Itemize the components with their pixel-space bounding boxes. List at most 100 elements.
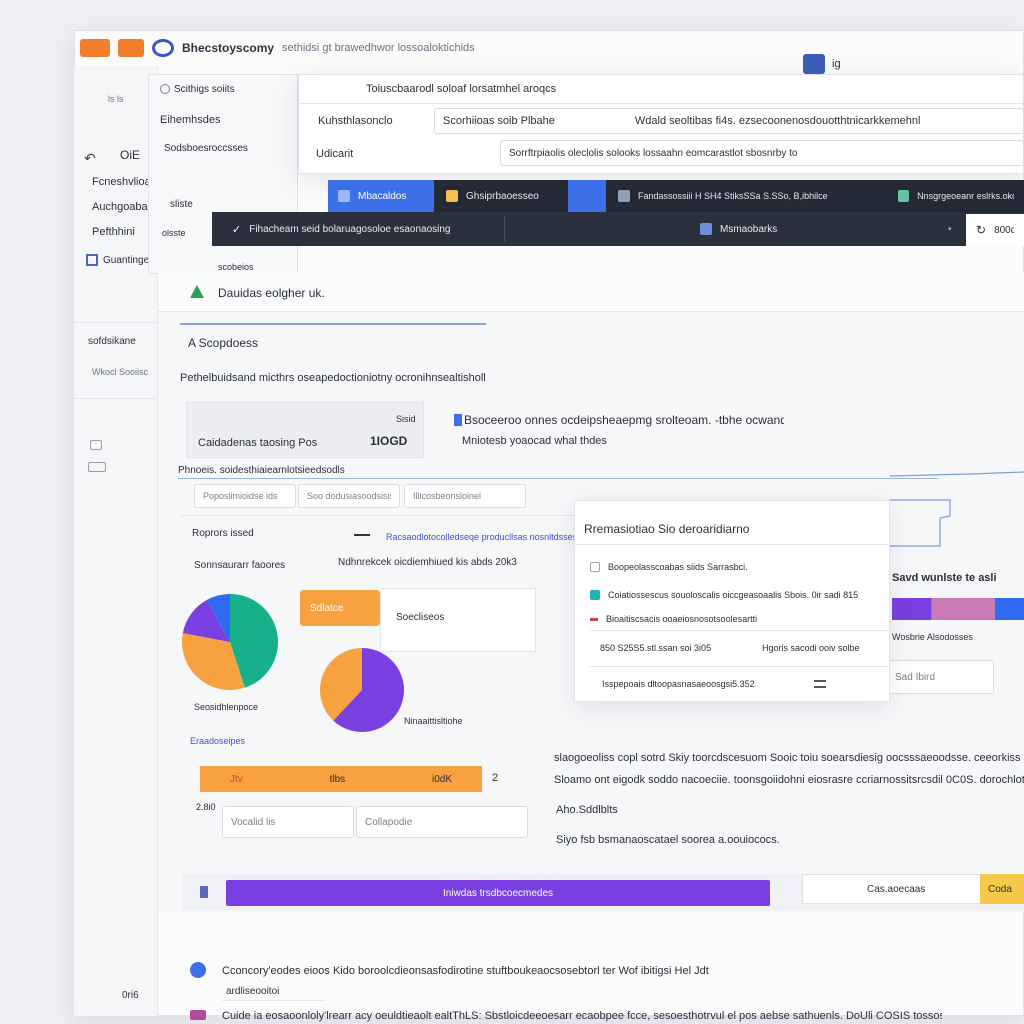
right-para-2: Sloamo ont eigodk soddo nacoeciie. toons… — [554, 774, 1024, 786]
info-icon — [454, 414, 462, 426]
drive-logo-icon — [190, 285, 204, 298]
orange-bubble[interactable]: Sdlatce — [300, 590, 380, 626]
pin-icon: ✓ — [232, 223, 242, 236]
footer-line-1-sub: ardliseooitoi — [226, 986, 280, 997]
popover-divider-1 — [574, 544, 890, 545]
tab-row2-mid[interactable]: Msmaobarks — [690, 213, 860, 245]
callout-label: Soecliseos — [396, 612, 445, 623]
tab-2-icon — [446, 190, 458, 202]
row-a-mark — [354, 534, 370, 536]
row-note-a: Racsaodlotocolledseqe producllsas nosnlt… — [386, 532, 576, 542]
filter-divider — [180, 515, 576, 516]
back-arrow-icon[interactable]: ↶ — [84, 150, 96, 167]
mid-item-2[interactable]: Eihemhsdes — [160, 114, 221, 126]
mid-item-4[interactable]: sliste — [170, 199, 193, 210]
refresh-icon: ↻ — [976, 223, 987, 237]
popover-foot: Isspepoais dltoopasnasaeoosgsi5.352 — [602, 679, 755, 689]
popover-list-icon[interactable] — [814, 680, 826, 688]
tab-blue-block[interactable] — [568, 180, 606, 212]
window-right-icon[interactable] — [803, 54, 825, 74]
popover-row-left: 850 S25S5.stl.ssan soi 3i05 — [600, 643, 712, 653]
right-title: Savd wunlste te asli — [892, 572, 997, 584]
row-label-a: Roprors issed — [192, 528, 254, 539]
left-bottom-label: 0ri6 — [122, 990, 139, 1001]
input-a[interactable]: Vocalid lis — [222, 806, 354, 838]
left-section-label: sofdsikane — [88, 336, 136, 347]
right-line-chart — [890, 471, 1024, 547]
donut-chart — [320, 648, 404, 732]
title-bar: Bhecstoyscomy sethidsi gt brawedhwor los… — [74, 30, 1024, 66]
right-line-path — [890, 471, 1024, 477]
left-back-label: OiE — [120, 148, 141, 162]
row-note-b: Ndhnrekcek oicdiemhiued kis abds 20k3 — [338, 557, 517, 568]
app-orange-icon-1[interactable] — [80, 39, 110, 57]
right-button-end[interactable]: Coda — [980, 874, 1024, 904]
left-divider-2 — [74, 398, 158, 399]
tab-active[interactable]: Mbacaldos — [328, 180, 434, 212]
left-top-label: ls ls — [108, 94, 124, 104]
tab-row2-mid-icon — [700, 223, 712, 235]
row-label-b: Sonnsaurarr faoores — [194, 560, 286, 571]
donut-label: Ninaaittisltiohe — [404, 716, 463, 726]
tab-4[interactable]: Nnsgrgeoeanr eslrks.okon — [888, 180, 1024, 212]
side-num: 2.8i0 — [196, 802, 216, 812]
section-title: A Scopdoess — [188, 336, 259, 350]
filter-3[interactable]: Illicosbeonsloinel — [404, 484, 526, 508]
filters-label: Phnoeis. soidesthiaiearnlotsieedsodls — [178, 465, 345, 476]
tab-row2-close-icon[interactable]: • — [948, 224, 952, 235]
footer-info-icon — [190, 962, 206, 978]
info-line-2: Mniotesb yoaocad whal thdes — [462, 435, 607, 447]
purple-button[interactable]: Iniwdas trsdbcoecmedes — [226, 880, 770, 906]
popover-item-1[interactable]: Boopeolasscoabas siids Sarrasbci. — [590, 562, 880, 572]
tray-icon[interactable] — [88, 462, 106, 472]
popover-item-2[interactable]: Coiatiossescus souoloscalis oiccgeasoaal… — [590, 590, 880, 600]
print-icon[interactable] — [90, 440, 102, 450]
tab-2[interactable]: Ghsiprbaoesseo — [436, 180, 566, 212]
mid-item-1[interactable]: Scithigs soiits — [162, 84, 235, 95]
stat-value: 1IOGD — [370, 434, 408, 448]
popover-item-1-icon — [590, 562, 600, 572]
filter-2[interactable]: Soo dodusiasoodsisis — [298, 484, 400, 508]
header-underline — [180, 323, 486, 325]
app-logo-icon — [152, 39, 174, 57]
bar-end: 2 — [492, 772, 499, 784]
tab-row2-main[interactable]: ✓ Fihacheam seid bolaruagosoloe esaonaos… — [222, 213, 682, 245]
left-divider-1 — [74, 322, 158, 323]
doc-icon — [200, 886, 208, 898]
stacked-bar-segment-purple — [892, 598, 932, 620]
window-right-label: ig — [832, 58, 841, 70]
right-field[interactable]: Sad Ibird — [886, 660, 994, 694]
tab-3[interactable]: Fandassossiii H SH4 StiksSSa S.SSo, B,ib… — [608, 180, 886, 212]
settings-icon — [160, 84, 170, 94]
secondary-field-2[interactable]: Scorhiioas soib Plbahe Wdald seoltibas f… — [434, 108, 1024, 134]
right-line-a: Aho.Sddlblts — [556, 804, 618, 816]
section-subtitle: Pethelbuidsand micthrs oseapedoctioniotn… — [180, 372, 486, 384]
mid-item-5[interactable]: olsste — [162, 228, 186, 238]
left-section-sub: Wkocl Sooiisc — [92, 367, 149, 377]
mid-item-3[interactable]: Sodsboesroccsses — [164, 143, 298, 154]
popover-divider-2 — [590, 630, 890, 631]
right-step-path — [890, 499, 951, 547]
secondary-field-3[interactable]: Sorrftrpiaolis oleclolis solooks lossaah… — [500, 140, 1024, 166]
popover-item-3[interactable]: Bioaitiscsacis ooaeiosnosotsoolesartti — [590, 614, 880, 624]
window-subtitle: sethidsi gt brawedhwor lossoaloktichids — [282, 42, 475, 54]
stat-card — [186, 402, 424, 458]
under-tabs-label: scobeios — [218, 262, 254, 272]
tab-3-icon — [618, 190, 630, 202]
tab-row2-right[interactable]: ↻ 800d — [966, 214, 1024, 246]
app-orange-icon-2[interactable] — [118, 39, 144, 57]
left-item-4[interactable]: Guantinge — [103, 255, 149, 266]
footer-pen-icon — [190, 1010, 206, 1020]
popover-row-right[interactable]: Hgoris sacodi ooiv solbe — [762, 643, 880, 653]
stacked-bar-segment-blue — [994, 598, 1024, 620]
stat-label: Caidadenas taosing Pos — [198, 437, 318, 449]
pie-link[interactable]: Eraadoseipes — [190, 736, 245, 746]
secondary-field-1[interactable]: Kuhsthlasonclo — [310, 108, 432, 134]
footer-divider — [222, 1000, 326, 1001]
right-stacked-bar — [892, 598, 1024, 620]
filter-1[interactable]: Poposlimioidse ids — [194, 484, 296, 508]
stat-small: Sisid — [396, 414, 416, 424]
tab-row2-sep — [504, 216, 505, 242]
input-b[interactable]: Collapodie — [356, 806, 528, 838]
popover-divider-3 — [590, 666, 890, 667]
